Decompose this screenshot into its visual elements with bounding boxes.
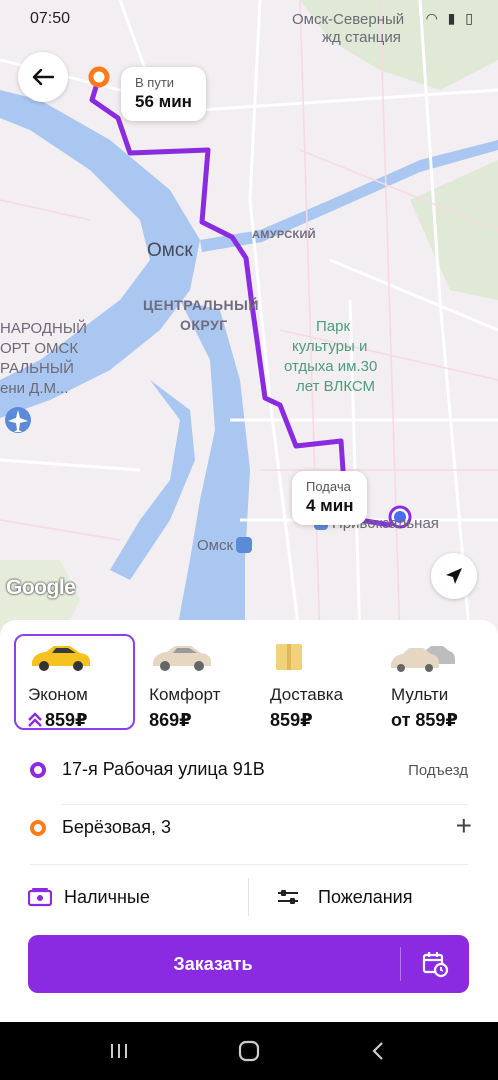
pickup-time-bubble: Подача 4 мин	[292, 471, 368, 525]
wishes-button[interactable]: Пожелания	[276, 868, 412, 926]
order-sheet: Эконом 859₽ Комфорт 869₽ Доставка 859₽ М…	[0, 620, 498, 1022]
route-to[interactable]: Берёзовая, 3 +	[0, 800, 498, 856]
home-icon	[238, 1040, 260, 1062]
tariff-delivery[interactable]: Доставка 859₽	[256, 634, 377, 730]
tariff-name: Комфорт	[149, 685, 221, 704]
tariff-comfort[interactable]: Комфорт 869₽	[135, 634, 256, 730]
payment-method-button[interactable]: Наличные	[28, 868, 150, 926]
signal-icon: ▮	[447, 10, 459, 26]
trip-time-label: В пути	[135, 75, 175, 90]
add-stop-plus-icon[interactable]: +	[456, 810, 472, 842]
sliders-icon	[278, 890, 298, 904]
tariff-list[interactable]: Эконом 859₽ Комфорт 869₽ Доставка 859₽ М…	[14, 634, 498, 730]
google-logo: Google	[6, 576, 76, 599]
map-label-park-1: Парк	[316, 318, 351, 335]
order-button[interactable]: Заказать	[28, 935, 469, 993]
tariff-multi[interactable]: Мульти от 859₽	[377, 634, 498, 730]
map-label-park-3: отдыха им.30	[284, 358, 378, 375]
map-label-omsk-station: Омск	[197, 537, 234, 554]
pickup-time-value: 4 мин	[306, 496, 354, 515]
status-time: 07:50	[30, 10, 71, 27]
home-button[interactable]	[229, 1036, 269, 1066]
options-separator	[248, 878, 249, 916]
calendar-clock-icon	[422, 952, 449, 978]
wishes-label: Пожелания	[318, 886, 413, 907]
system-nav-bar	[0, 1022, 498, 1080]
map-label-district-2: ОКРУГ	[180, 317, 228, 333]
origin-dot-icon	[30, 762, 46, 778]
arrow-left-icon	[32, 68, 54, 86]
back-button[interactable]	[18, 52, 68, 102]
map-label-district: ЦЕНТРАЛЬНЫЙ	[143, 297, 259, 313]
order-button-label: Заказать	[173, 954, 253, 974]
map-label-park-4: лет ВЛКСМ	[296, 378, 376, 395]
destination-address: Берёзовая, 3	[62, 817, 172, 837]
cash-icon	[28, 888, 52, 907]
tariff-price: 859₽	[270, 710, 313, 730]
trip-time-value: 56 мин	[135, 92, 192, 111]
recent-apps-icon	[111, 1044, 127, 1058]
route-from[interactable]: 17-я Рабочая улица 91В Подъезд	[0, 742, 498, 798]
tariff-name: Эконом	[28, 685, 88, 704]
pickup-time-label: Подача	[306, 479, 351, 494]
parcel-box-icon	[276, 644, 303, 670]
map-label-park-2: культуры и	[292, 338, 368, 355]
map-view[interactable]: Омск-Северный жд станция Омск АМУРСКИЙ Ц…	[0, 0, 498, 640]
recent-apps-button[interactable]	[99, 1036, 139, 1066]
status-icons: ◠ ▮ ▯	[426, 10, 476, 27]
map-label-airport-3: РАЛЬНЫЙ	[0, 360, 74, 377]
chevron-left-icon	[372, 1042, 383, 1060]
map-label-airport-2: ОРТ ОМСК	[0, 340, 79, 357]
destination-marker	[88, 66, 110, 88]
entrance-link[interactable]: Подъезд	[408, 762, 468, 779]
order-options: Наличные Пожелания	[0, 868, 498, 926]
tariff-name: Мульти	[391, 685, 449, 704]
battery-icon: ▯	[465, 10, 476, 26]
tariff-econom[interactable]: Эконом 859₽	[14, 634, 136, 730]
map-label-city: Омск	[147, 240, 193, 261]
route-divider	[30, 864, 468, 865]
map-label-airport-1: НАРОДНЫЙ	[0, 320, 87, 337]
tariff-price: 859₽	[45, 710, 88, 730]
destination-dot-icon	[30, 820, 46, 836]
payment-method-label: Наличные	[64, 886, 150, 907]
back-nav-button[interactable]	[358, 1036, 398, 1066]
tariff-price: 869₽	[149, 710, 192, 730]
navigation-arrow-icon	[446, 568, 462, 584]
tariff-name: Доставка	[270, 685, 344, 704]
schedule-button[interactable]	[401, 935, 469, 993]
wifi-icon: ◠	[425, 10, 441, 26]
tariff-price: от 859₽	[391, 710, 458, 730]
map-label-airport-4: ени Д.М...	[0, 380, 69, 397]
status-bar: 07:50 ◠ ▮ ▯	[0, 0, 498, 38]
map-label-amursky: АМУРСКИЙ	[252, 229, 316, 241]
yellow-car-icon	[32, 646, 90, 671]
beige-car-icon	[153, 646, 212, 671]
locate-button[interactable]	[431, 553, 477, 599]
trip-time-bubble: В пути 56 мин	[121, 67, 206, 121]
two-cars-icon	[391, 646, 456, 672]
surge-arrows-icon	[28, 712, 42, 727]
origin-address: 17-я Рабочая улица 91В	[62, 759, 265, 779]
